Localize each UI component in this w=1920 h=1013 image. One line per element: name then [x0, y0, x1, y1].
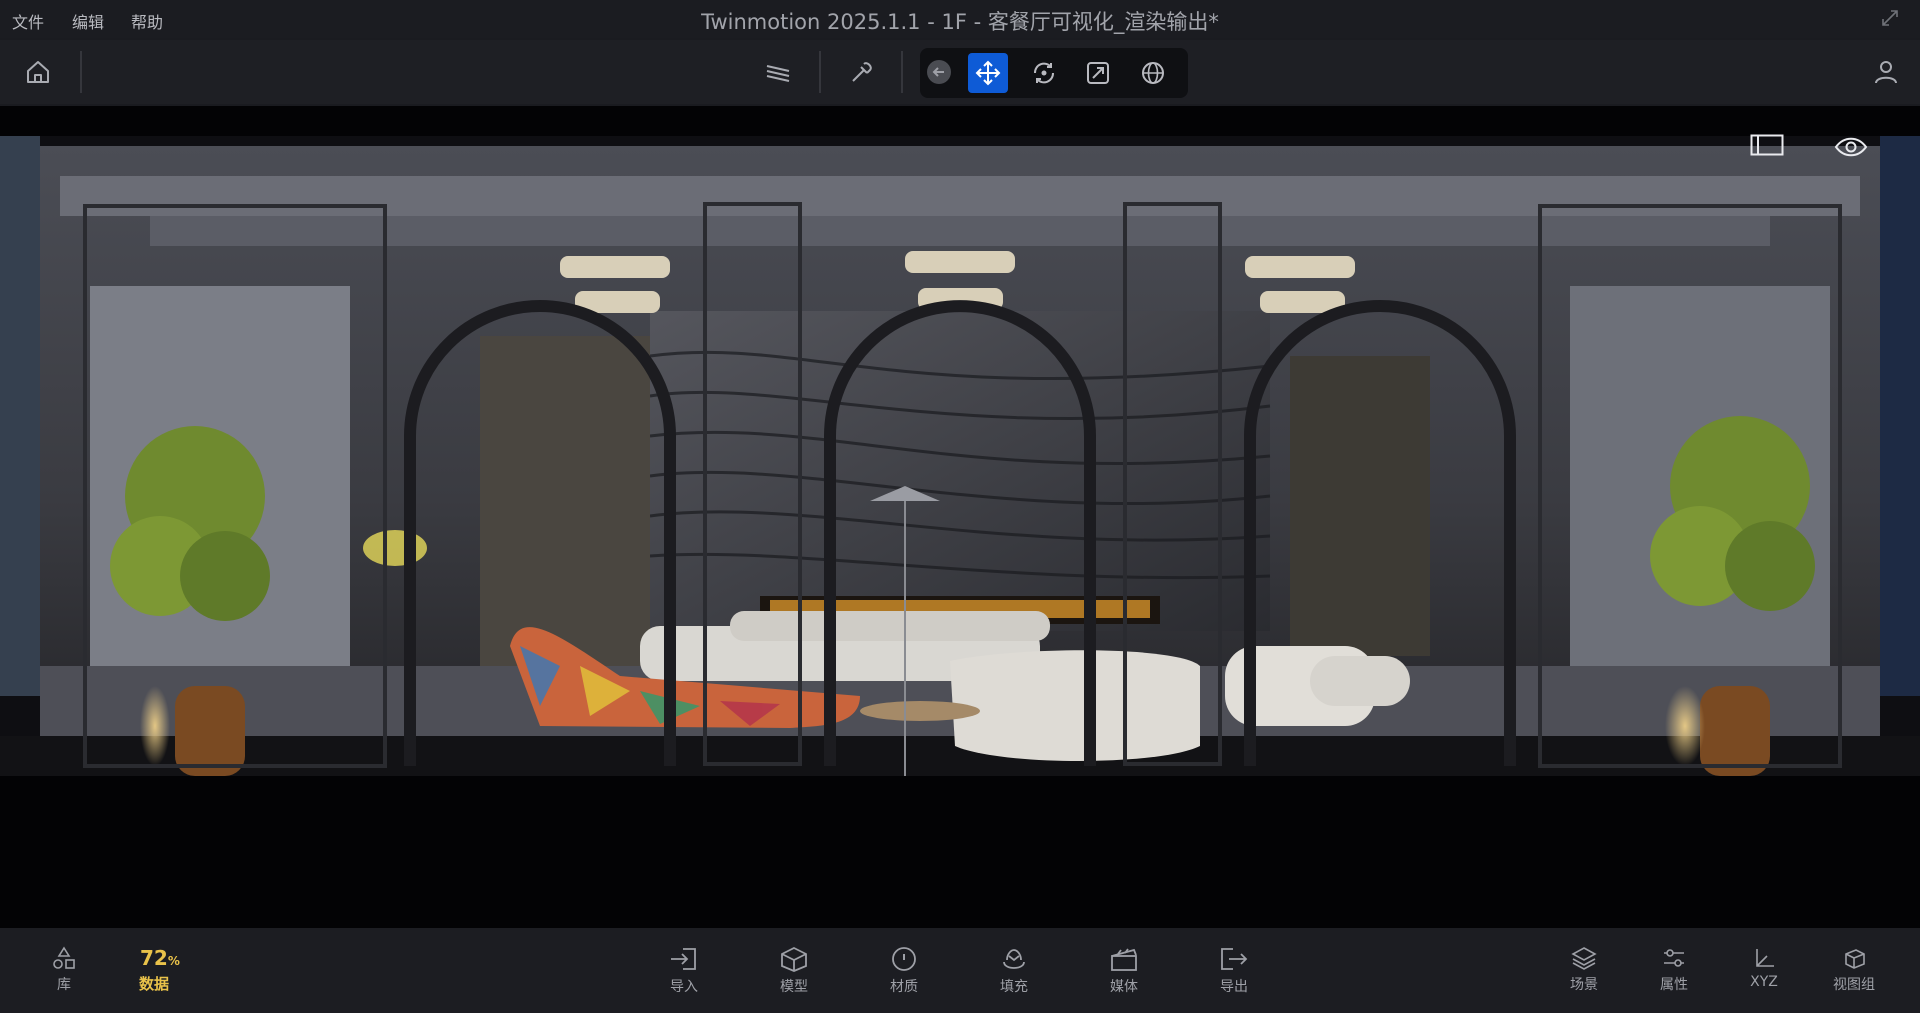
rotate-icon	[1033, 62, 1055, 84]
material-button[interactable]: 材质	[874, 946, 934, 996]
layers-icon[interactable]	[764, 58, 792, 86]
eyedropper-icon[interactable]	[848, 58, 876, 86]
axis-icon	[1756, 949, 1774, 967]
toolbar-separator	[80, 51, 82, 93]
stack-layers-icon	[1571, 947, 1597, 970]
clapperboard-icon	[1111, 948, 1137, 971]
world-space-button[interactable]	[1133, 53, 1173, 93]
import-icon	[671, 948, 696, 970]
populate-label: 填充	[1000, 979, 1028, 995]
scale-icon	[1087, 62, 1109, 84]
toolbar	[0, 40, 1920, 104]
move-icon	[975, 60, 1001, 86]
properties-button[interactable]: 属性	[1644, 946, 1704, 994]
home-icon[interactable]	[24, 58, 52, 86]
xyz-button[interactable]: XYZ	[1734, 946, 1794, 990]
window-title: Twinmotion 2025.1.1 - 1F - 客餐厅可视化_渲染输出*	[701, 10, 1219, 34]
data-percentage[interactable]: 72%	[140, 946, 220, 970]
armchair	[950, 650, 1200, 761]
cube-icon	[781, 946, 807, 972]
rotate-tool-button[interactable]	[1024, 53, 1064, 93]
export-label: 导出	[1220, 979, 1248, 995]
scene-button[interactable]: 场景	[1554, 946, 1614, 994]
media-label: 媒体	[1110, 979, 1138, 995]
frame-icon[interactable]	[1750, 134, 1784, 156]
populate-icon	[1003, 949, 1025, 969]
expand-icon[interactable]	[1880, 8, 1900, 28]
render-viewport[interactable]	[0, 106, 1920, 928]
toolbar-separator	[901, 51, 903, 93]
export-icon	[1221, 948, 1248, 970]
view-groups-icon	[1845, 949, 1865, 969]
media-button[interactable]: 媒体	[1094, 946, 1154, 996]
transform-tool-group	[920, 48, 1188, 98]
bottom-bar: 库 72% 数据 导入 模型 材质 填充 媒体 导出 场景 属性 XYZ 视图组	[0, 928, 1920, 1013]
data-label[interactable]: 数据	[139, 973, 169, 994]
scale-tool-button[interactable]	[1078, 53, 1118, 93]
eye-icon[interactable]	[1834, 136, 1868, 158]
user-icon[interactable]	[1872, 58, 1900, 86]
material-label: 材质	[890, 979, 918, 995]
import-button[interactable]: 导入	[654, 946, 714, 996]
export-button[interactable]: 导出	[1204, 946, 1264, 996]
coffee-table	[860, 701, 980, 721]
back-button[interactable]	[924, 53, 952, 93]
library-button[interactable]: 库	[34, 946, 94, 994]
properties-label: 属性	[1660, 977, 1688, 993]
toolbar-separator	[819, 51, 821, 93]
library-label: 库	[57, 977, 71, 993]
globe-icon	[1142, 62, 1164, 84]
view-groups-label: 视图组	[1833, 977, 1875, 993]
library-shapes-icon	[53, 946, 75, 969]
material-sphere-icon	[892, 947, 916, 971]
title-bar: 文件 编辑 帮助 Twinmotion 2025.1.1 - 1F - 客餐厅可…	[0, 0, 1920, 38]
xyz-label: XYZ	[1750, 974, 1778, 990]
model-button[interactable]: 模型	[764, 946, 824, 996]
sliders-icon	[1664, 949, 1684, 967]
populate-button[interactable]: 填充	[984, 946, 1044, 996]
scene-render	[0, 136, 1920, 928]
move-tool-button[interactable]	[968, 53, 1008, 93]
scene-label: 场景	[1570, 977, 1598, 993]
import-label: 导入	[670, 979, 698, 995]
marble-wall	[650, 311, 1270, 631]
back-arrow-icon	[927, 60, 951, 84]
model-label: 模型	[780, 979, 808, 995]
view-groups-button[interactable]: 视图组	[1824, 946, 1884, 994]
